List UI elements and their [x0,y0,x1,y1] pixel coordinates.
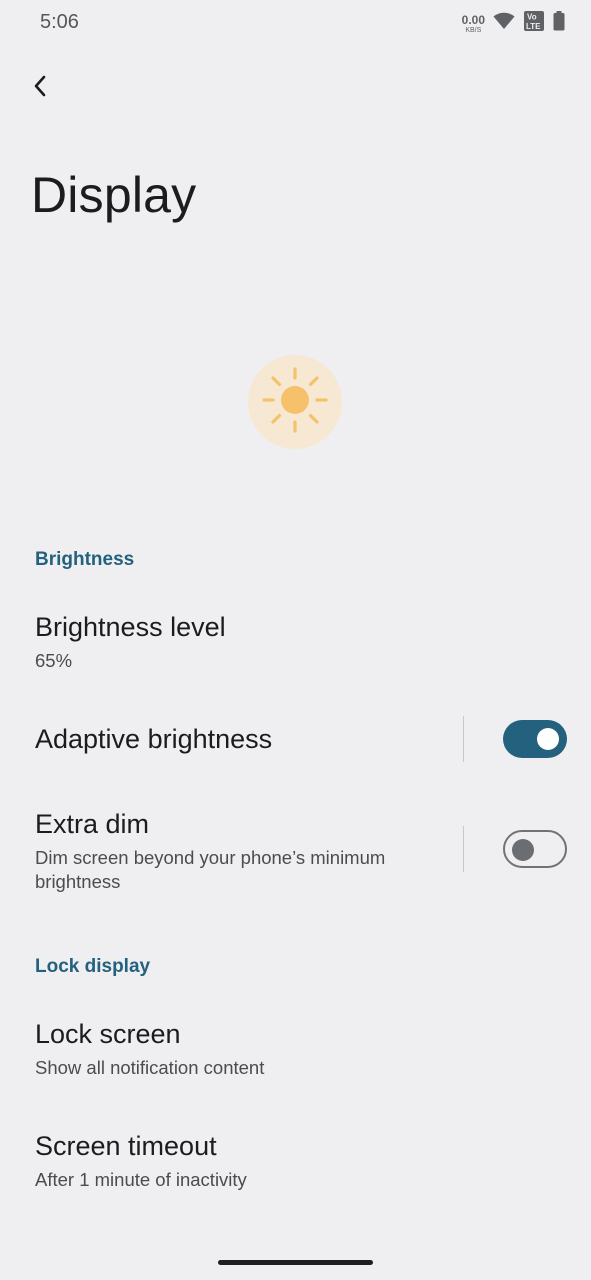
brightness-illustration [248,355,342,449]
adaptive-brightness-switch[interactable] [503,720,567,758]
lock-screen-summary: Show all notification content [35,1057,265,1078]
back-arrow-icon [33,75,47,102]
wifi-icon [493,12,515,35]
switch-thumb [512,839,534,861]
lock-screen-title: Lock screen [35,1019,181,1049]
lock-screen-item[interactable]: Lock screen Show all notification conten… [0,1008,591,1098]
status-time: 5:06 [40,11,79,33]
svg-text:Vo: Vo [527,13,537,22]
page-title: Display [31,167,197,223]
extra-dim-switch[interactable] [503,830,567,868]
back-button[interactable] [22,70,58,106]
extra-dim-item[interactable]: Extra dim Dim screen beyond your phone’s… [0,800,591,910]
screen-timeout-item[interactable]: Screen timeout After 1 minute of inactiv… [0,1120,591,1210]
switch-thumb [537,728,559,750]
brightness-level-title: Brightness level [35,612,226,642]
extra-dim-title: Extra dim [35,809,150,839]
network-speed-value: 0.00 [461,12,485,27]
brightness-level-summary: 65% [35,650,73,671]
status-icons: 0.00 KB/S Vo LTE [462,10,565,37]
navigation-handle[interactable] [218,1260,373,1265]
section-header-brightness: Brightness [35,549,135,570]
screen-timeout-title: Screen timeout [35,1131,217,1161]
divider [463,716,464,762]
divider [463,826,464,872]
status-bar: 5:06 0.00 KB/S Vo LTE [0,0,591,46]
volte-icon: Vo LTE [523,10,545,37]
network-speed-unit: KB/S [465,26,482,34]
section-header-lock-display: Lock display [35,956,151,977]
svg-text:LTE: LTE [526,22,541,31]
brightness-level-item[interactable]: Brightness level 65% [0,600,591,690]
adaptive-brightness-item[interactable]: Adaptive brightness [0,700,591,780]
adaptive-brightness-title: Adaptive brightness [35,724,273,754]
screen-timeout-summary: After 1 minute of inactivity [35,1169,247,1190]
extra-dim-summary: Dim screen beyond your phone’s minimum b… [35,847,386,892]
battery-icon [553,11,565,36]
network-speed-indicator: 0.00 KB/S [462,14,485,34]
sun-icon [260,365,330,440]
